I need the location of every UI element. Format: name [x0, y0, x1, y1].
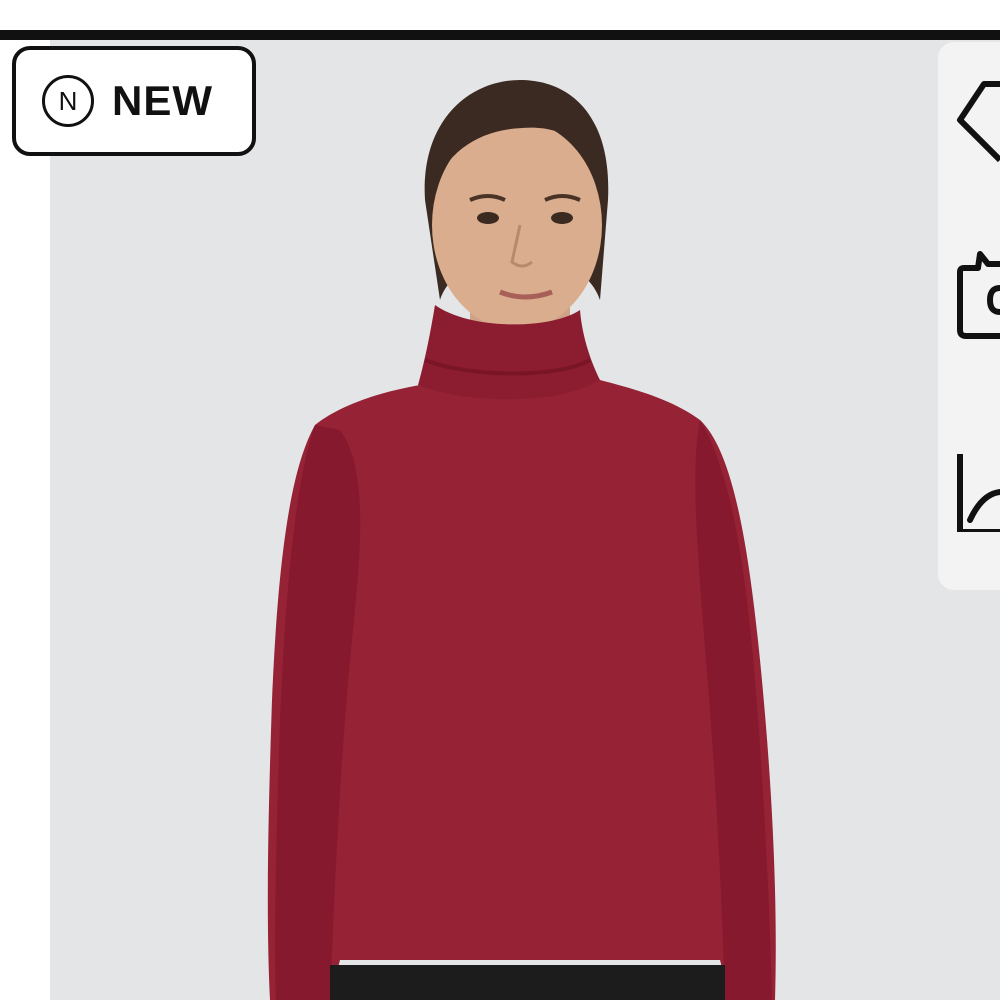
wishlist-button[interactable] [938, 62, 1000, 172]
product-image[interactable] [50, 40, 1000, 1000]
tag-icon [957, 81, 1000, 163]
side-action-panel [938, 42, 1000, 590]
price-history-button[interactable] [938, 422, 1000, 535]
top-divider [0, 30, 1000, 40]
new-badge: N NEW [12, 46, 256, 156]
new-badge-icon: N [42, 75, 94, 127]
camera-icon [957, 251, 1000, 339]
chart-icon [957, 454, 1000, 535]
new-badge-label: NEW [112, 77, 213, 124]
image-search-button[interactable] [938, 232, 1000, 342]
